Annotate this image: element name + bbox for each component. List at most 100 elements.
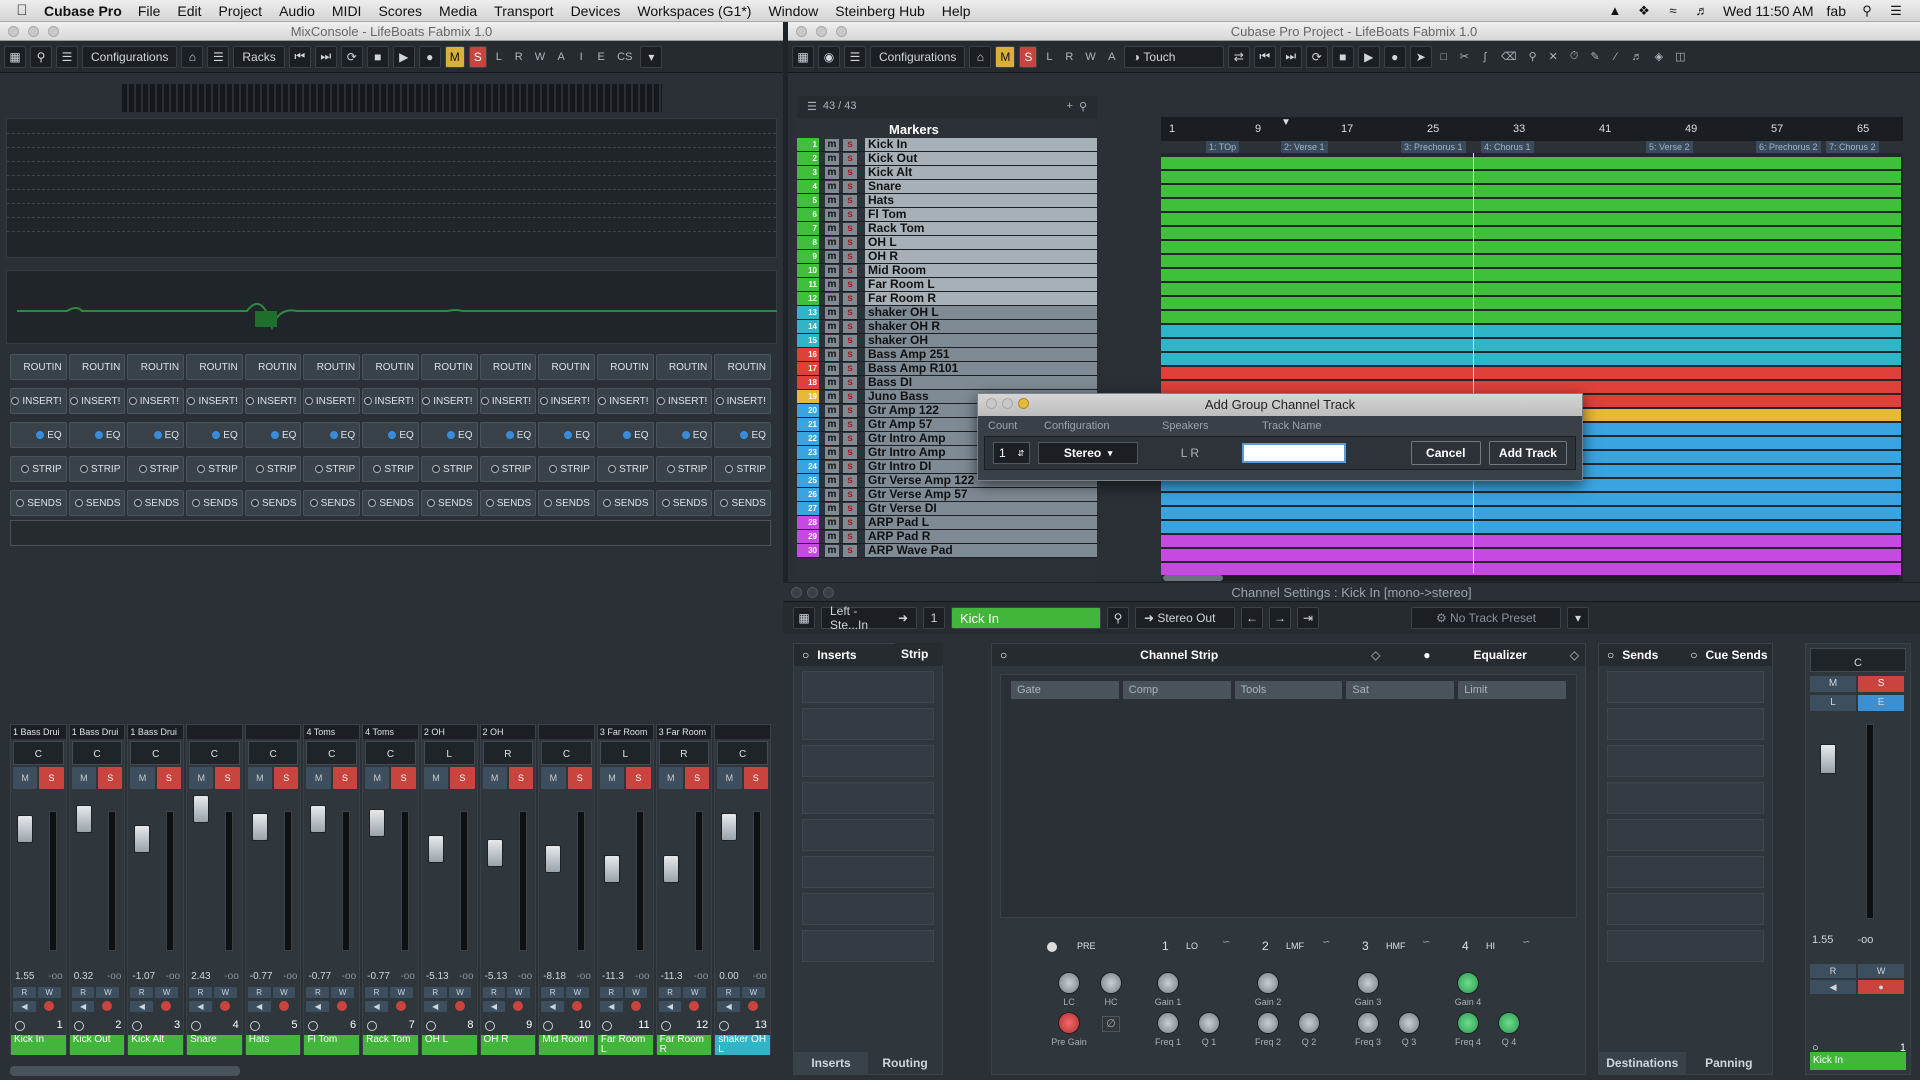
lc-knob[interactable]: [1058, 972, 1080, 994]
monitor-button[interactable]: ◀: [658, 1001, 682, 1012]
volume-fader[interactable]: [721, 813, 738, 841]
routing-rack-cell[interactable]: ROUTIN: [244, 354, 302, 380]
inserts-rack-cell[interactable]: INSERT!: [538, 388, 595, 414]
track-row[interactable]: 26 m s Gtr Verse Amp 57: [797, 488, 1097, 502]
track-mute-button[interactable]: m: [825, 362, 839, 375]
clock[interactable]: Wed 11:50 AM: [1723, 3, 1814, 19]
insert-slot[interactable]: [802, 671, 934, 703]
rack-power-icon[interactable]: [656, 397, 665, 405]
monitor-button[interactable]: ◀: [247, 1001, 271, 1012]
volume-value[interactable]: -5.13: [485, 971, 508, 982]
volume-value[interactable]: -8.18: [543, 971, 566, 982]
listen-button[interactable]: L: [1810, 695, 1857, 711]
eq-rack-cell[interactable]: EQ: [655, 422, 713, 448]
track-solo-button[interactable]: s: [843, 264, 857, 277]
solo-button[interactable]: S: [274, 767, 299, 789]
inserts-rack-cell[interactable]: INSERT!: [596, 388, 654, 414]
volume-fader[interactable]: [134, 825, 151, 853]
layout-icon[interactable]: ▦: [793, 607, 815, 629]
track-solo-button[interactable]: s: [843, 516, 857, 529]
eq-band-number[interactable]: 3: [1362, 939, 1369, 953]
rack-power-icon[interactable]: [16, 499, 25, 507]
eq-rack-cell[interactable]: EQ: [538, 422, 595, 448]
sends-rack-cell[interactable]: SENDS: [479, 490, 537, 516]
track-mute-button[interactable]: m: [825, 502, 839, 515]
channel-name[interactable]: OH R: [480, 1035, 536, 1055]
menu-steinberg-hub[interactable]: Steinberg Hub: [835, 3, 925, 19]
rack-power-icon[interactable]: [544, 499, 553, 507]
volume-value[interactable]: -1.07: [132, 971, 155, 982]
send-slot[interactable]: [1607, 708, 1764, 740]
channel-name-field[interactable]: Kick In: [951, 607, 1101, 629]
marker-lane[interactable]: 1: TOp 2: Verse 1 3: Prechorus 1 4: Chorus …: [1161, 141, 1903, 153]
rack-power-icon[interactable]: [79, 465, 88, 473]
rack-power-icon[interactable]: [490, 465, 499, 473]
track-solo-button[interactable]: s: [843, 544, 857, 557]
track-solo-button[interactable]: s: [843, 460, 857, 473]
volume-icon[interactable]: ♬: [1694, 3, 1710, 18]
eq-shape-icon[interactable]: ∽: [1422, 937, 1430, 948]
track-row[interactable]: 29 m s ARP Pad R: [797, 530, 1097, 544]
sends-rack-cell[interactable]: SENDS: [714, 490, 771, 516]
sends-rack-cell[interactable]: SENDS: [362, 490, 419, 516]
rack-power-icon[interactable]: [138, 465, 147, 473]
volume-fader[interactable]: [603, 855, 620, 883]
solo-button[interactable]: S: [98, 767, 123, 789]
inserts-rack-cell[interactable]: INSERT!: [479, 388, 537, 414]
strip-rack-cell[interactable]: STRIP: [127, 456, 185, 482]
track-lane-event[interactable]: [1161, 283, 1901, 295]
track-solo-button[interactable]: s: [843, 236, 857, 249]
search-icon[interactable]: ⚲: [30, 45, 52, 68]
track-name[interactable]: Mid Room: [865, 264, 1097, 277]
lock-icon[interactable]: ⌂: [181, 45, 204, 68]
solo-all-button[interactable]: S: [468, 45, 487, 68]
rack-power-icon[interactable]: [623, 431, 632, 439]
mute-tool-icon[interactable]: ✕: [1545, 46, 1562, 68]
track-lane-event[interactable]: [1161, 297, 1901, 309]
track-mute-button[interactable]: m: [825, 460, 839, 473]
menu-icon[interactable]: ☰: [207, 45, 230, 68]
menu-window[interactable]: Window: [768, 3, 818, 19]
pan-control[interactable]: L: [423, 741, 475, 765]
track-mute-button[interactable]: m: [825, 152, 839, 165]
send-slot[interactable]: [1607, 930, 1764, 962]
mute-button[interactable]: M: [130, 767, 155, 789]
rack-power-icon[interactable]: [363, 397, 372, 405]
rack-power-icon[interactable]: [246, 397, 255, 405]
track-name[interactable]: ARP Wave Pad: [865, 544, 1097, 557]
insert-slot[interactable]: [802, 856, 934, 888]
monitor-button[interactable]: ◀: [482, 1001, 506, 1012]
left-locator-icon[interactable]: ▼: [1281, 117, 1291, 128]
zoom-icon[interactable]: [48, 26, 59, 37]
monitor-button[interactable]: ◀: [541, 1001, 564, 1012]
monitor-button[interactable]: ◀: [1810, 980, 1857, 994]
solo-button[interactable]: S: [391, 767, 416, 789]
routing-rack-cell[interactable]: ROUTIN: [479, 354, 537, 380]
close-icon[interactable]: [8, 26, 19, 37]
erase-tool-icon[interactable]: ⌫: [1497, 46, 1521, 68]
track-lane-event[interactable]: [1161, 507, 1901, 519]
strip-module-limit[interactable]: Limit: [1458, 681, 1566, 699]
track-mute-button[interactable]: m: [825, 432, 839, 445]
eq-shape-icon[interactable]: ∽: [1222, 937, 1230, 948]
record-enable-button[interactable]: [395, 1001, 406, 1011]
track-solo-button[interactable]: s: [843, 250, 857, 263]
solo-button[interactable]: S: [626, 767, 651, 789]
volume-fader[interactable]: [193, 795, 210, 823]
rack-power-icon[interactable]: [715, 397, 724, 405]
strip-rack-cell[interactable]: STRIP: [538, 456, 595, 482]
monitor-button[interactable]: ◀: [365, 1001, 388, 1012]
gain2-knob[interactable]: [1257, 972, 1279, 994]
write-button[interactable]: W: [331, 987, 355, 998]
track-row[interactable]: 12 m s Far Room R: [797, 292, 1097, 306]
track-lane-event[interactable]: [1161, 353, 1901, 365]
eq-rack-cell[interactable]: EQ: [244, 422, 302, 448]
stop-icon[interactable]: ■: [366, 45, 389, 68]
monitor-button[interactable]: ◀: [423, 1001, 447, 1012]
record-enable-button[interactable]: [513, 1001, 524, 1011]
inserts-rack-cell[interactable]: INSERT!: [714, 388, 771, 414]
eq-shape-icon[interactable]: ∽: [1322, 937, 1330, 948]
volume-value[interactable]: -11.3: [602, 971, 624, 982]
strip-rack-cell[interactable]: STRIP: [714, 456, 771, 482]
record-enable-button[interactable]: [689, 1001, 700, 1011]
